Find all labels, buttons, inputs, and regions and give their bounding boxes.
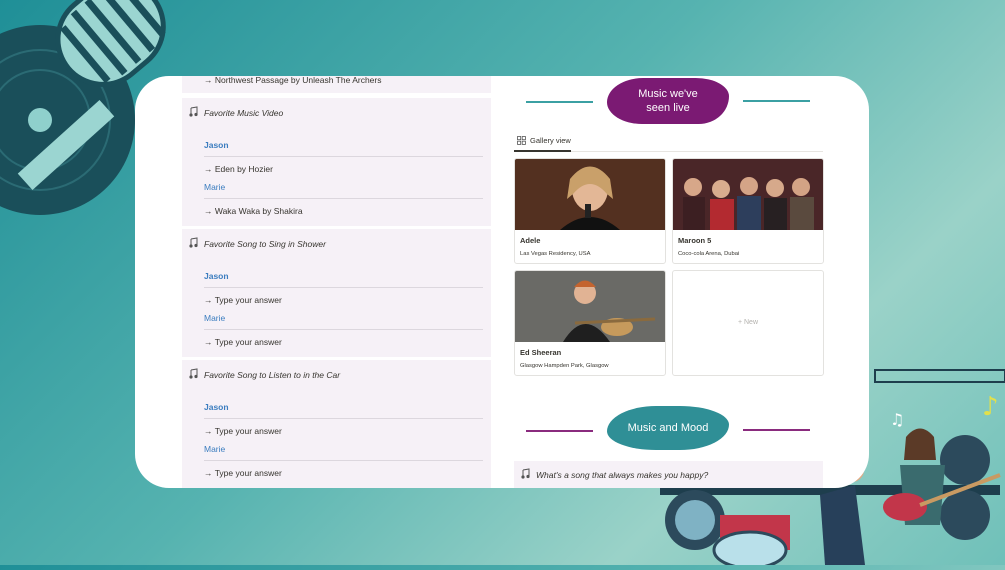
active-tab-indicator (514, 150, 571, 152)
new-gallery-card-button[interactable]: + New (672, 270, 824, 376)
gallery-card-maroon-5[interactable]: Maroon 5 Coco-cola Arena, Dubai (672, 158, 824, 264)
question-title: What's a song that always makes you happ… (536, 470, 709, 480)
heading-line: seen live (646, 102, 690, 114)
music-note-icon (189, 106, 198, 117)
question-title: Favorite Music Video (204, 108, 284, 118)
gallery-view-label: Gallery view (530, 136, 571, 145)
person-name: Marie (204, 182, 226, 192)
divider (204, 287, 483, 288)
gallery-card-adele[interactable]: Adele Las Vegas Residency, USA (514, 158, 666, 264)
mood-question-block: What's a song that always makes you happ… (514, 461, 823, 488)
gallery-view-tab[interactable]: Gallery view (517, 136, 571, 145)
music-note-icon (189, 368, 198, 379)
concert-location: Coco-cola Arena, Dubai (678, 251, 740, 257)
heading-decor-line (526, 101, 593, 103)
question-block: Favorite Song to Sing in Shower Jason → … (182, 229, 491, 357)
person-name: Marie (204, 313, 226, 323)
heading-decor-line (743, 100, 810, 102)
notion-page-card: → Northwest Passage by Unleash The Arche… (135, 76, 869, 488)
answer-text[interactable]: → Waka Waka by Shakira (204, 206, 303, 216)
concert-photo (515, 271, 665, 342)
divider (204, 329, 483, 330)
question-block: Favorite Music Video Jason → Eden by Hoz… (182, 98, 491, 226)
answer-input[interactable]: → Type your answer (204, 337, 282, 347)
person-name: Marie (204, 444, 226, 454)
concert-photo (673, 159, 823, 230)
artist-name: Adele (520, 236, 541, 245)
svg-text:♫: ♫ (890, 410, 904, 429)
previous-answer-block: → Northwest Passage by Unleash The Arche… (182, 76, 491, 93)
answer-input[interactable]: → Type your answer (204, 426, 282, 436)
person-name: Jason (204, 140, 229, 150)
music-and-mood-heading: Music and Mood (607, 406, 729, 450)
divider (204, 156, 483, 157)
divider (204, 198, 483, 199)
live-music-heading: Music we've seen live (607, 78, 729, 124)
favorites-column: → Northwest Passage by Unleash The Arche… (182, 76, 491, 488)
question-title: Favorite Song to Listen to in the Car (204, 370, 341, 380)
concert-location: Glasgow Hampden Park, Glasgow (520, 363, 609, 369)
answer-input[interactable]: → Type your answer (204, 468, 282, 478)
person-name: Jason (204, 271, 229, 281)
answer-text[interactable]: → Eden by Hozier (204, 164, 273, 174)
music-note-icon (521, 468, 530, 479)
artist-name: Ed Sheeran (520, 348, 562, 357)
person-name: Jason (204, 402, 229, 412)
gallery-card-ed-sheeran[interactable]: Ed Sheeran Glasgow Hampden Park, Glasgow (514, 270, 666, 376)
live-music-column: Music we've seen live Gallery view Adele… (513, 76, 824, 488)
new-label: + New (737, 319, 759, 326)
heading-line: Music we've (638, 88, 698, 100)
music-note-icon (189, 237, 198, 248)
heading-decor-line (743, 429, 810, 431)
divider (204, 460, 483, 461)
question-block: Favorite Song to Listen to in the Car Ja… (182, 360, 491, 488)
artist-name: Maroon 5 (678, 236, 712, 245)
divider (204, 418, 483, 419)
heading-decor-line (526, 430, 593, 432)
concert-location: Las Vegas Residency, USA (520, 251, 591, 257)
previous-answer: → Northwest Passage by Unleash The Arche… (204, 76, 382, 85)
svg-text:♪: ♪ (982, 392, 999, 422)
answer-input[interactable]: → Type your answer (204, 295, 282, 305)
concert-photo (515, 159, 665, 230)
grid-icon (517, 136, 526, 145)
question-title: Favorite Song to Sing in Shower (204, 239, 326, 249)
